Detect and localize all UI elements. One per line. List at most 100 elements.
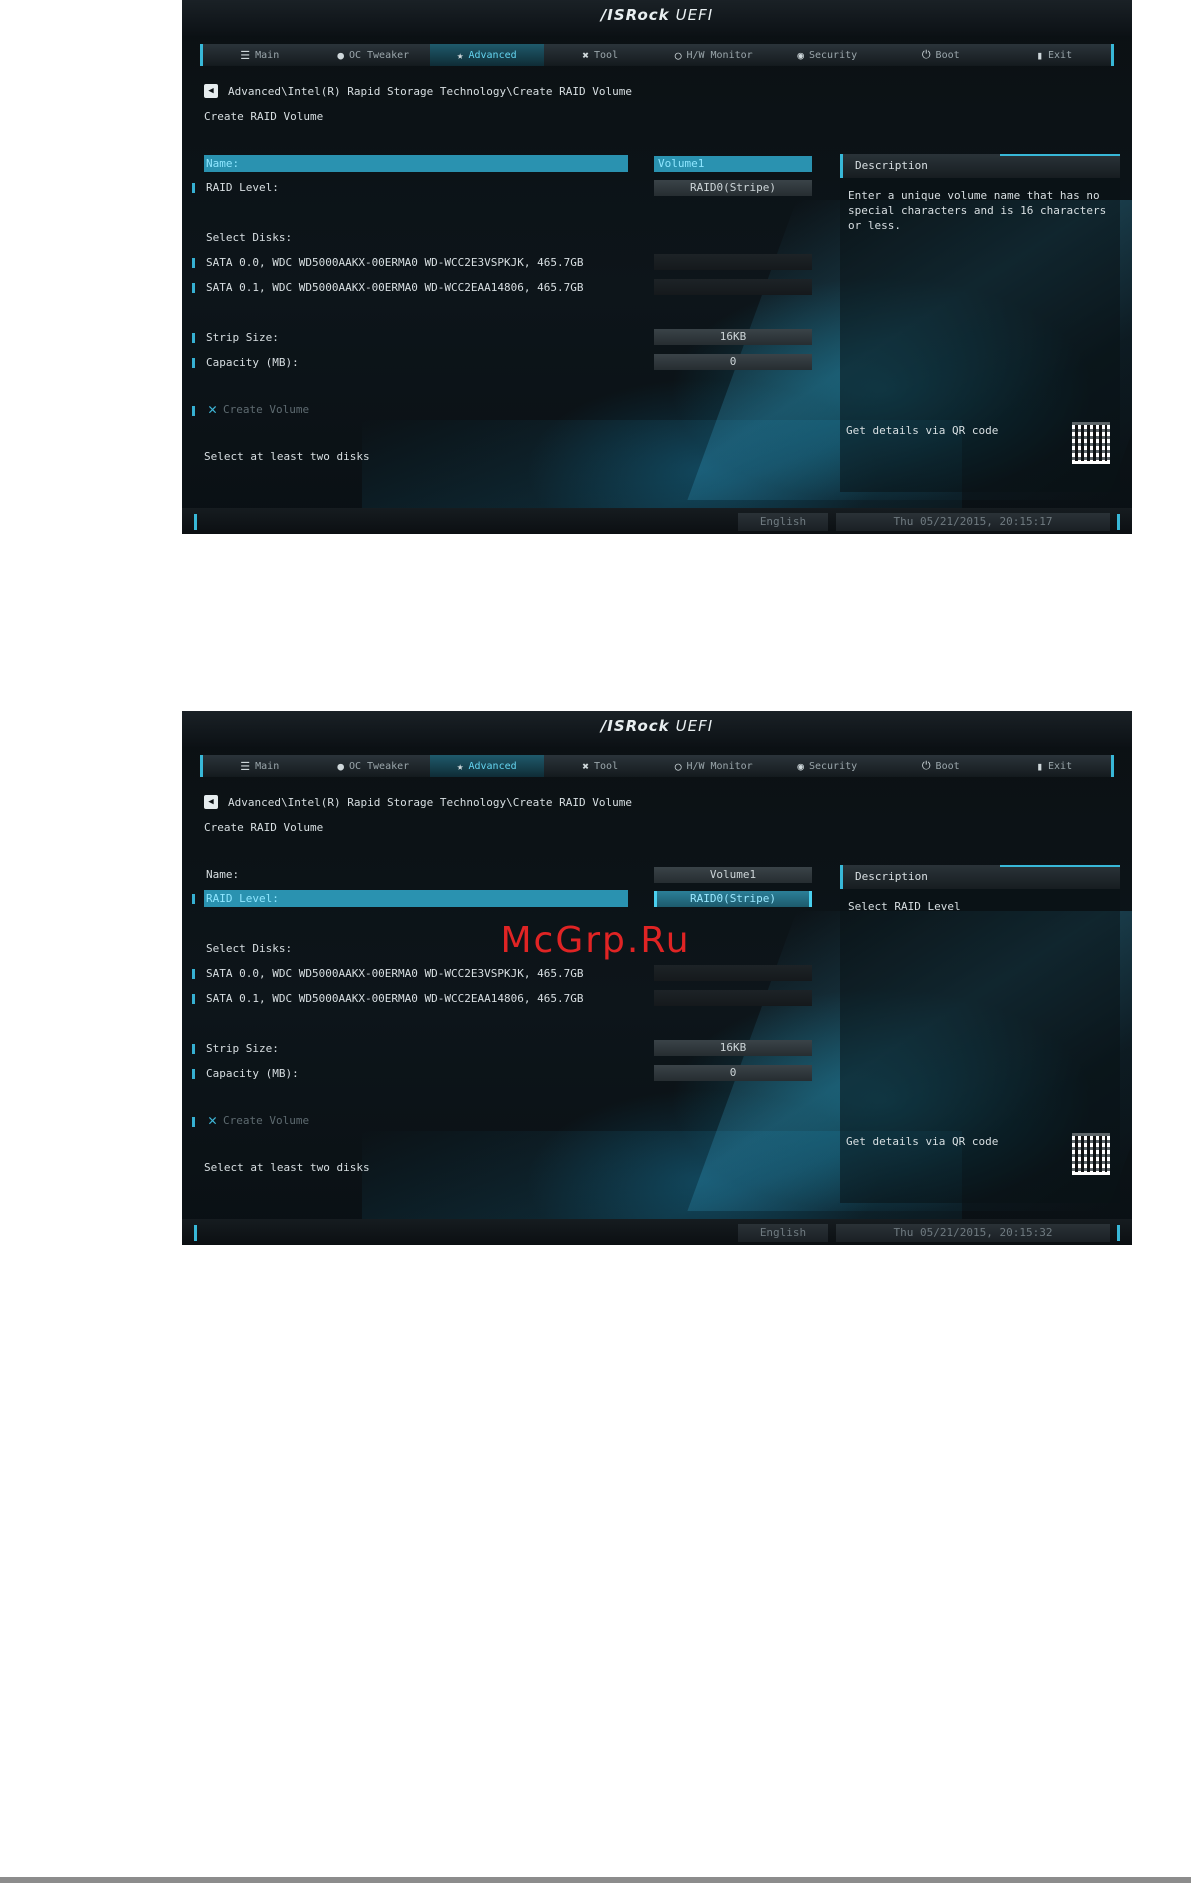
exit-icon: ▮: [1036, 48, 1044, 62]
qr-code-icon: [1072, 422, 1110, 464]
back-arrow-icon[interactable]: ◀: [204, 84, 218, 98]
description-panel: Description Select RAID Level Get detail…: [840, 865, 1120, 1203]
create-volume-button[interactable]: ✕ Create Volume: [208, 1111, 309, 1129]
create-volume-button[interactable]: ✕ Create Volume: [208, 400, 309, 418]
footer-edge: [1117, 1225, 1120, 1241]
footer-edge: [1117, 514, 1120, 530]
language-button[interactable]: English: [738, 1224, 828, 1242]
bios-screenshot-1: /ISRock UEFI ☰ Main ● OC Tweaker ★ Advanced …: [182, 0, 1132, 534]
tab-advanced[interactable]: ★ Advanced: [430, 44, 544, 66]
description-title: Description: [840, 154, 1120, 178]
breadcrumb-path: Advanced\Intel(R) Rapid Storage Technolo…: [228, 84, 632, 98]
disk-0-1-checkbox[interactable]: [654, 990, 812, 1006]
strip-size-row[interactable]: Strip Size:: [204, 1040, 628, 1057]
item-marker: [192, 1044, 195, 1054]
item-marker: [192, 1117, 195, 1127]
tool-icon: ✖: [582, 48, 590, 62]
uefi-header: /ISRock UEFI: [182, 0, 1132, 36]
status-note: Select at least two disks: [204, 450, 370, 463]
breadcrumb: ◀ Advanced\Intel(R) Rapid Storage Techno…: [204, 84, 632, 98]
security-icon: ◉: [797, 759, 804, 773]
monitor-icon: ◯: [674, 759, 682, 773]
footer-edge: [194, 1225, 197, 1241]
select-disks-label: Select Disks:: [206, 231, 293, 244]
tab-security[interactable]: ◉ Security: [771, 755, 885, 777]
footer-edge: [194, 514, 197, 530]
tab-advanced[interactable]: ★ Advanced: [430, 755, 544, 777]
datetime-display: Thu 05/21/2015, 20:15:17: [836, 513, 1110, 531]
item-marker: [192, 258, 195, 268]
page-title: Create RAID Volume: [204, 110, 324, 123]
advanced-star-icon: ★: [456, 48, 464, 62]
power-icon: ⏻: [921, 759, 931, 772]
main-menu-icon: ☰: [240, 48, 251, 62]
item-marker: [192, 1069, 195, 1079]
raid-level-row[interactable]: RAID Level:: [204, 890, 628, 907]
disk-row-sata-0-1[interactable]: SATA 0.1, WDC WD5000AAKX-00ERMA0 WD-WCC2…: [204, 279, 644, 296]
uefi-header: /ISRock UEFI: [182, 711, 1132, 747]
item-marker: [192, 994, 195, 1004]
item-marker: [192, 333, 195, 343]
tab-exit[interactable]: ▮ Exit: [998, 44, 1112, 66]
bios-screenshot-2: /ISRock UEFI ☰ Main ● OC Tweaker ★ Advanced …: [182, 711, 1132, 1245]
name-input[interactable]: Volume1: [654, 867, 812, 883]
qr-code-icon: [1072, 1133, 1110, 1175]
disk-0-1-checkbox[interactable]: [654, 279, 812, 295]
raid-level-row[interactable]: RAID Level:: [204, 179, 628, 196]
language-button[interactable]: English: [738, 513, 828, 531]
raid-level-select[interactable]: RAID0(Stripe): [654, 180, 812, 196]
tab-boot[interactable]: ⏻ Boot: [884, 755, 998, 777]
tab-main[interactable]: ☰ Main: [203, 44, 317, 66]
tab-hw-monitor[interactable]: ◯ H/W Monitor: [657, 755, 771, 777]
description-title: Description: [840, 865, 1120, 889]
description-panel: Description Enter a unique volume name t…: [840, 154, 1120, 492]
disk-0-0-checkbox[interactable]: [654, 254, 812, 270]
tab-exit[interactable]: ▮ Exit: [998, 755, 1112, 777]
strip-size-select[interactable]: 16KB: [654, 329, 812, 345]
tool-icon: ✖: [582, 759, 590, 773]
tab-oc-tweaker[interactable]: ● OC Tweaker: [317, 755, 431, 777]
description-text: Select RAID Level: [848, 900, 961, 913]
tab-tool[interactable]: ✖ Tool: [544, 755, 658, 777]
item-marker: [192, 406, 195, 416]
capacity-row[interactable]: Capacity (MB):: [204, 1065, 628, 1082]
item-marker: [192, 969, 195, 979]
main-tab-bar: ☰ Main ● OC Tweaker ★ Advanced ✖ Tool ◯ H/W M…: [200, 44, 1114, 66]
tab-hw-monitor[interactable]: ◯ H/W Monitor: [657, 44, 771, 66]
disk-row-sata-0-0[interactable]: SATA 0.0, WDC WD5000AAKX-00ERMA0 WD-WCC2…: [204, 965, 644, 982]
qr-code-label: Get details via QR code: [846, 424, 999, 437]
tab-main[interactable]: ☰ Main: [203, 755, 317, 777]
tab-oc-tweaker[interactable]: ● OC Tweaker: [317, 44, 431, 66]
exit-icon: ▮: [1036, 759, 1044, 773]
back-arrow-icon[interactable]: ◀: [204, 795, 218, 809]
monitor-icon: ◯: [674, 48, 682, 62]
breadcrumb: ◀ Advanced\Intel(R) Rapid Storage Techno…: [204, 795, 632, 809]
capacity-row[interactable]: Capacity (MB):: [204, 354, 628, 371]
capacity-input[interactable]: 0: [654, 1065, 812, 1081]
breadcrumb-path: Advanced\Intel(R) Rapid Storage Technolo…: [228, 795, 632, 809]
page-title: Create RAID Volume: [204, 821, 324, 834]
name-row[interactable]: Name:: [204, 155, 628, 172]
strip-size-row[interactable]: Strip Size:: [204, 329, 628, 346]
item-marker: [192, 894, 195, 904]
tab-tool[interactable]: ✖ Tool: [544, 44, 658, 66]
name-input[interactable]: Volume1: [654, 156, 812, 172]
qr-code-label: Get details via QR code: [846, 1135, 999, 1148]
main-tab-bar: ☰ Main ● OC Tweaker ★ Advanced ✖ Tool ◯ H/W M…: [200, 755, 1114, 777]
disk-0-0-checkbox[interactable]: [654, 965, 812, 981]
name-row[interactable]: Name:: [204, 866, 628, 883]
raid-level-select[interactable]: RAID0(Stripe): [654, 891, 812, 907]
item-marker: [192, 283, 195, 293]
oc-tweaker-icon: ●: [337, 48, 344, 62]
strip-size-select[interactable]: 16KB: [654, 1040, 812, 1056]
status-footer: English Thu 05/21/2015, 20:15:17: [182, 508, 1132, 534]
disk-row-sata-0-1[interactable]: SATA 0.1, WDC WD5000AAKX-00ERMA0 WD-WCC2…: [204, 990, 644, 1007]
capacity-input[interactable]: 0: [654, 354, 812, 370]
tab-security[interactable]: ◉ Security: [771, 44, 885, 66]
site-watermark: McGrp.Ru: [500, 920, 691, 961]
main-menu-icon: ☰: [240, 759, 251, 773]
disk-row-sata-0-0[interactable]: SATA 0.0, WDC WD5000AAKX-00ERMA0 WD-WCC2…: [204, 254, 644, 271]
tab-boot[interactable]: ⏻ Boot: [884, 44, 998, 66]
power-icon: ⏻: [921, 48, 931, 61]
asrock-logo: /ISRock UEFI: [600, 6, 714, 24]
